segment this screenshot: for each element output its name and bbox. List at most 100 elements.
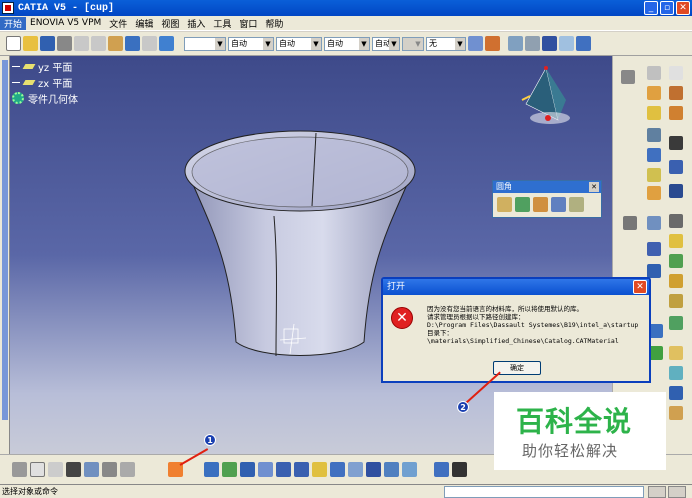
catalog-icon[interactable] <box>576 36 591 51</box>
grid-icon[interactable] <box>559 36 574 51</box>
groove-icon[interactable] <box>669 106 683 120</box>
tree-icon[interactable] <box>84 462 99 477</box>
status-button-1[interactable] <box>648 486 666 498</box>
fillets-toolbar[interactable]: 圆角 ✕ <box>492 180 602 218</box>
edge-fillet-icon[interactable] <box>497 197 512 212</box>
fillets-toolbar-close[interactable]: ✕ <box>589 182 599 192</box>
pattern-icon[interactable] <box>647 264 661 278</box>
tool-icon[interactable] <box>120 462 135 477</box>
hide-show-icon[interactable] <box>384 462 399 477</box>
line-type-combo[interactable]: 自动 ▼ <box>324 36 370 51</box>
comment-icon[interactable] <box>30 462 45 477</box>
shading-icon[interactable] <box>366 462 381 477</box>
annotation-icon[interactable] <box>669 346 683 360</box>
hide-icon[interactable] <box>48 462 63 477</box>
save-icon[interactable] <box>40 36 55 51</box>
thickness-icon[interactable] <box>647 216 661 230</box>
tree-node-yz-plane[interactable]: yz 平面 <box>12 58 78 74</box>
menu-tools[interactable]: 工具 <box>209 17 235 30</box>
sketcher-icon[interactable] <box>621 70 635 84</box>
tritangent-fillet-icon[interactable] <box>551 197 566 212</box>
rotate-icon[interactable] <box>258 462 273 477</box>
print-icon[interactable] <box>57 36 72 51</box>
formula-icon[interactable] <box>12 462 27 477</box>
pointer-icon[interactable] <box>669 66 683 80</box>
apply-material-icon[interactable] <box>649 346 663 360</box>
menu-window[interactable]: 窗口 <box>235 17 261 30</box>
rib-icon[interactable] <box>669 136 683 150</box>
knowledge-icon[interactable] <box>669 406 683 420</box>
stiffener-icon[interactable] <box>669 160 683 174</box>
tree-node-zx-plane[interactable]: zx 平面 <box>12 74 78 90</box>
select-icon[interactable] <box>647 66 661 80</box>
line-thickness-combo[interactable]: 自动 ▼ <box>276 36 322 51</box>
split-icon[interactable] <box>669 234 683 248</box>
draft-icon[interactable] <box>669 184 683 198</box>
translate-icon[interactable] <box>647 242 661 256</box>
open-icon[interactable] <box>23 36 38 51</box>
thread-icon[interactable] <box>669 214 683 228</box>
scan-icon[interactable] <box>669 386 683 400</box>
normal-view-icon[interactable] <box>312 462 327 477</box>
iso-view-icon[interactable] <box>348 462 363 477</box>
restore-button[interactable]: ▫ <box>660 1 674 15</box>
whats-this-icon[interactable] <box>159 36 174 51</box>
add-icon[interactable] <box>669 316 683 330</box>
pan-icon[interactable] <box>240 462 255 477</box>
line-style-combo[interactable]: ▼ <box>184 36 226 51</box>
hole-icon[interactable] <box>647 128 661 142</box>
catia-app-icon[interactable] <box>2 2 14 14</box>
swap-space-icon[interactable] <box>402 462 417 477</box>
copy-icon[interactable] <box>91 36 106 51</box>
point-symbol-combo[interactable]: 自动 ▼ <box>372 36 400 51</box>
tree-node-part-body[interactable]: 零件几何体 <box>12 90 78 106</box>
fillet-icon[interactable] <box>647 186 661 200</box>
undo-icon[interactable] <box>125 36 140 51</box>
menu-help[interactable]: 帮助 <box>261 17 287 30</box>
pocket-icon[interactable] <box>669 86 683 100</box>
render-icon[interactable] <box>452 462 467 477</box>
tools-icon[interactable] <box>508 36 523 51</box>
shaft-icon[interactable] <box>647 106 661 120</box>
slot-icon[interactable] <box>647 148 661 162</box>
table-icon[interactable] <box>66 462 81 477</box>
menu-file[interactable]: 文件 <box>105 17 131 30</box>
paste-icon[interactable] <box>108 36 123 51</box>
menu-enovia[interactable]: ENOVIA V5 VPM <box>26 18 105 28</box>
mirror-icon[interactable] <box>669 254 683 268</box>
shell-icon[interactable] <box>623 216 637 230</box>
command-input[interactable] <box>444 486 644 498</box>
menu-view[interactable]: 视图 <box>157 17 183 30</box>
variable-fillet-icon[interactable] <box>515 197 530 212</box>
fly-icon[interactable] <box>204 462 219 477</box>
redo-icon[interactable] <box>142 36 157 51</box>
zoom-in-icon[interactable] <box>276 462 291 477</box>
zoom-out-icon[interactable] <box>294 462 309 477</box>
fit-all-icon[interactable] <box>222 462 237 477</box>
menu-start[interactable]: 开始 <box>0 16 27 30</box>
cut-icon[interactable] <box>74 36 89 51</box>
catalog-browser-icon[interactable] <box>434 462 449 477</box>
multi-view-icon[interactable] <box>330 462 345 477</box>
pad-icon[interactable] <box>647 86 661 100</box>
left-scroll-strip[interactable] <box>0 56 10 454</box>
loft-icon[interactable] <box>647 168 661 182</box>
layer-combo[interactable]: 无 ▼ <box>426 36 466 51</box>
law-icon[interactable] <box>102 462 117 477</box>
minimize-button[interactable]: _ <box>644 1 658 15</box>
boolean-icon[interactable] <box>669 294 683 308</box>
format-painter-icon[interactable] <box>485 36 500 51</box>
measure-icon[interactable] <box>649 324 663 338</box>
scale-icon[interactable] <box>669 274 683 288</box>
new-icon[interactable] <box>6 36 21 51</box>
constraint-icon[interactable] <box>669 366 683 380</box>
face-fillet-icon[interactable] <box>533 197 548 212</box>
analysis-icon[interactable] <box>525 36 540 51</box>
dialog-close-button[interactable]: ✕ <box>633 280 647 294</box>
axis-icon[interactable] <box>542 36 557 51</box>
color-combo[interactable]: 自动 ▼ <box>228 36 274 51</box>
menu-insert[interactable]: 插入 <box>183 17 209 30</box>
properties-painter-icon[interactable] <box>468 36 483 51</box>
close-button[interactable]: ✕ <box>676 1 690 15</box>
chamfer-icon[interactable] <box>569 197 584 212</box>
